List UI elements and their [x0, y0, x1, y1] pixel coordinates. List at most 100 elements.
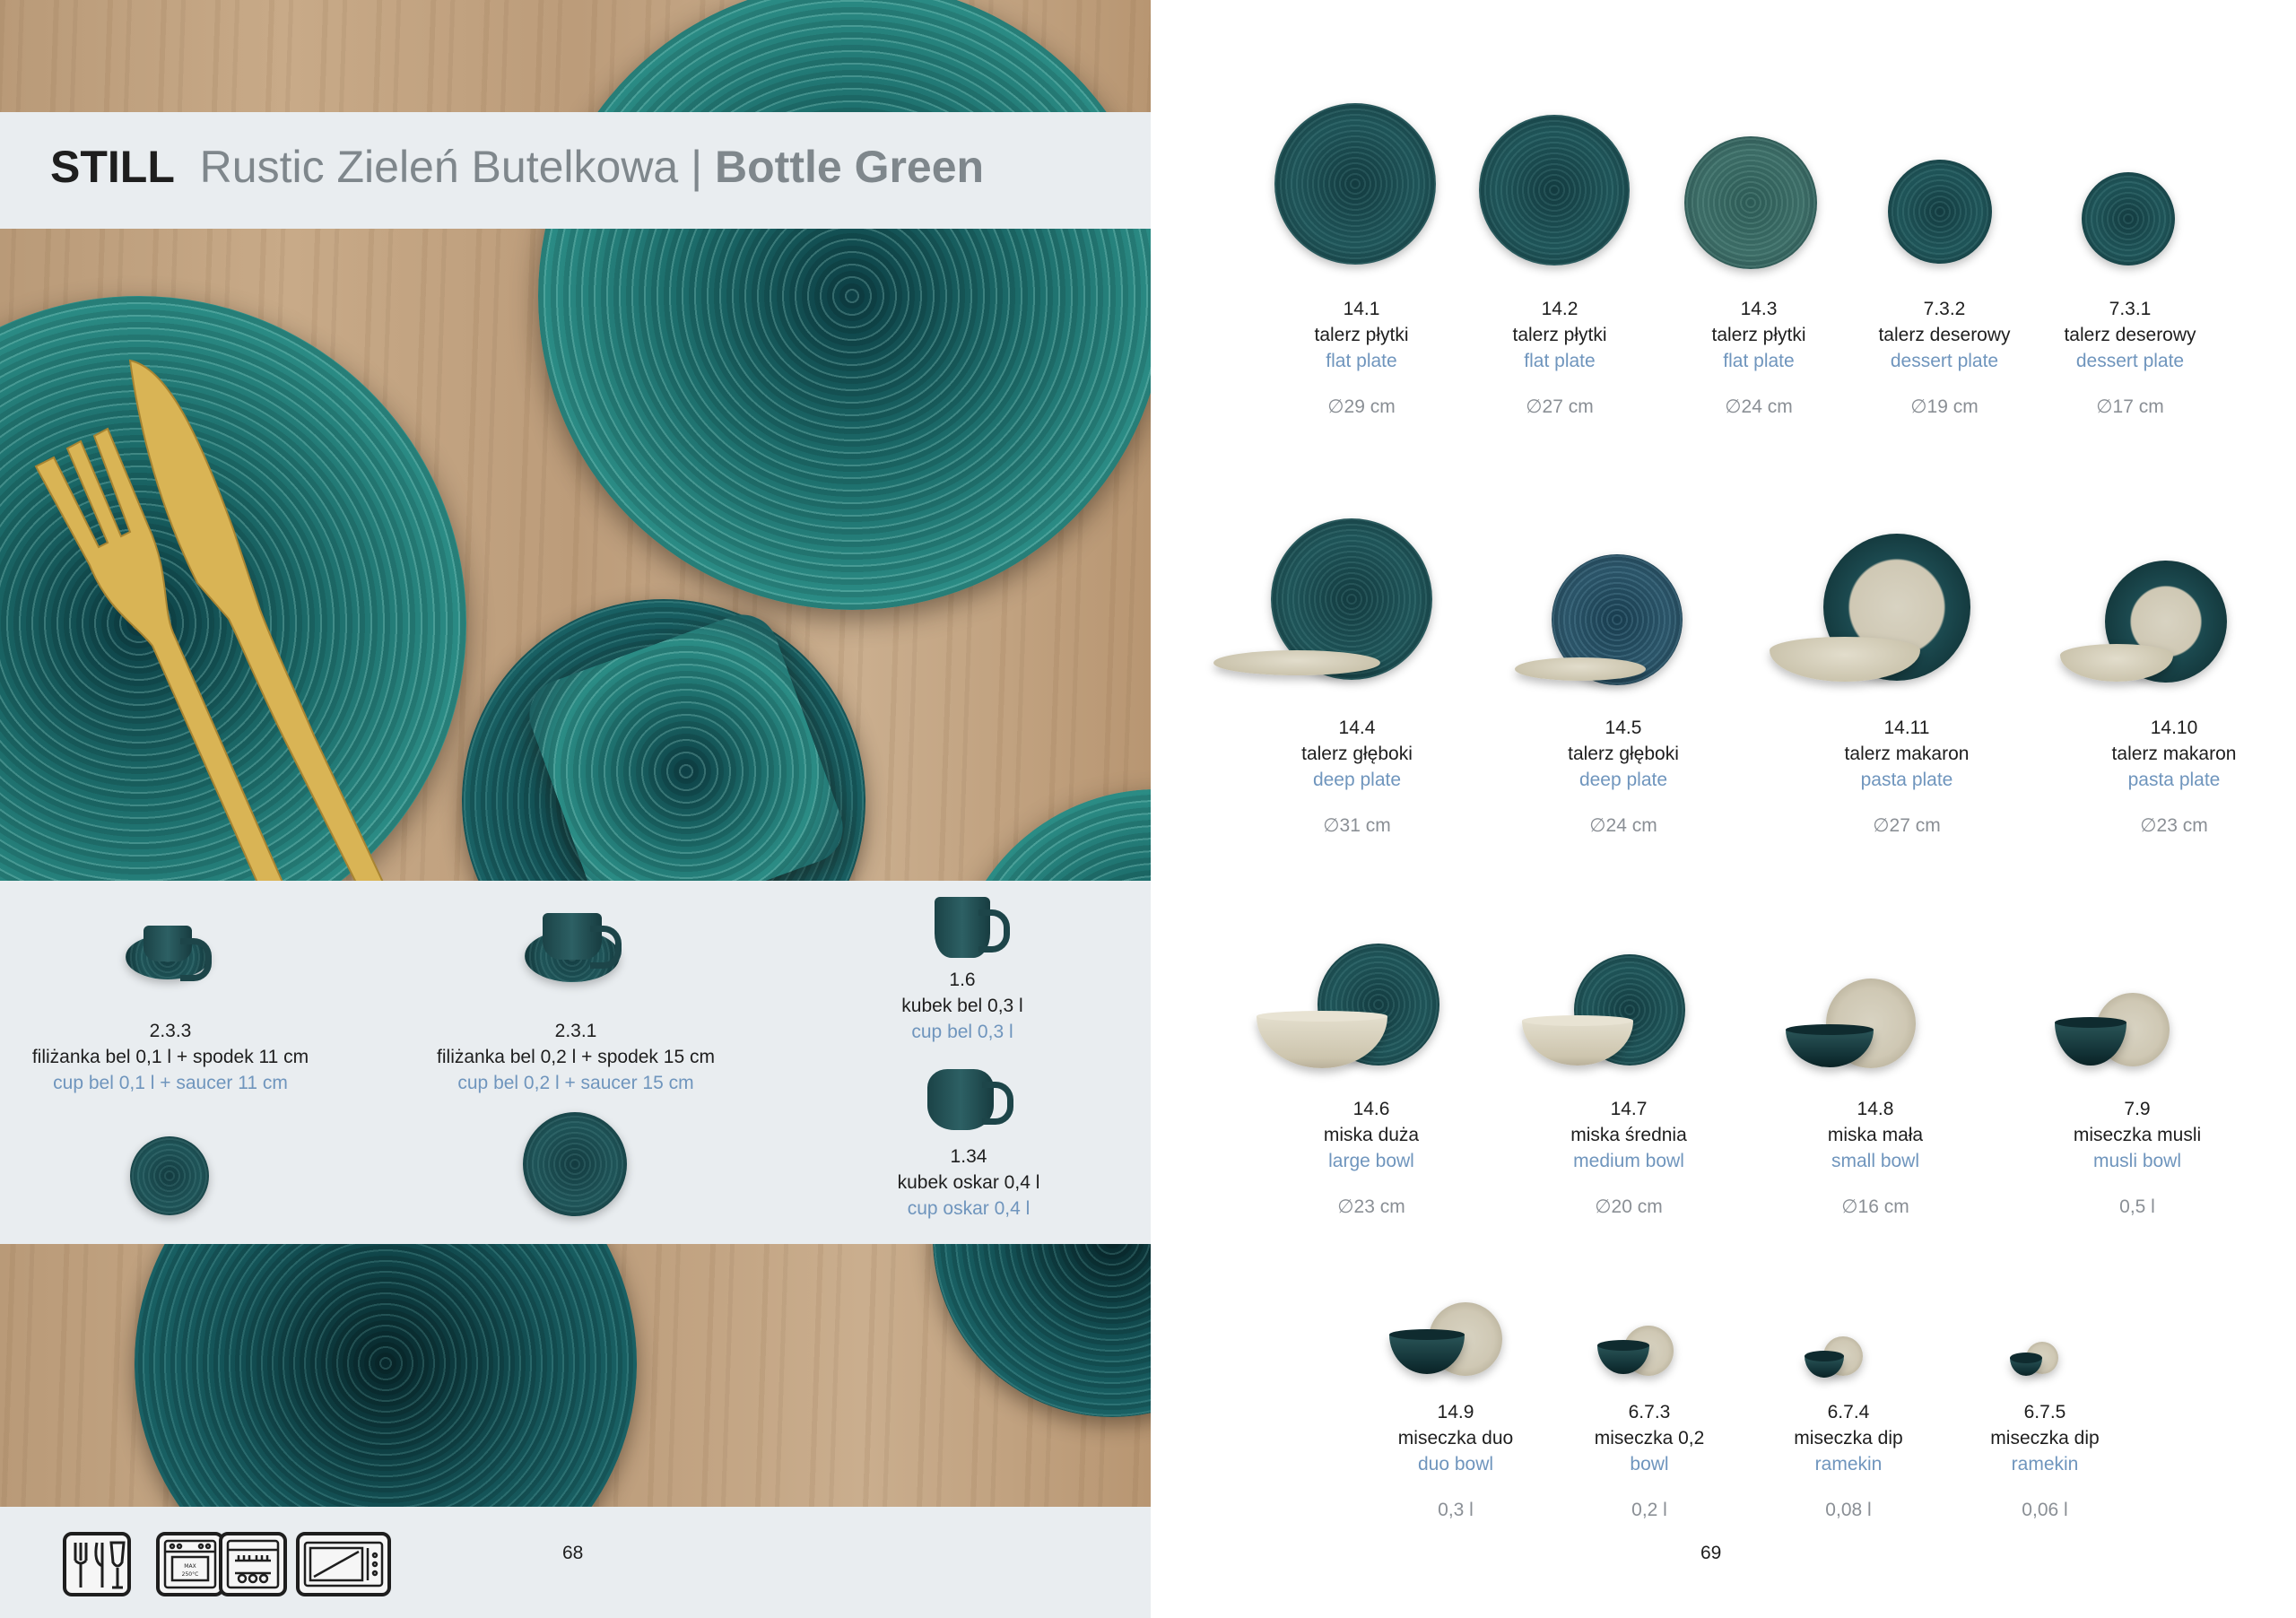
product-code: 14.10 — [2150, 718, 2198, 738]
product-label-1-6: 1.6 kubek bel 0,3 l cup bel 0,3 l — [901, 967, 1022, 1045]
product-name-pl: miseczka musli — [2073, 1125, 2202, 1145]
product-code: 2.3.3 — [149, 1021, 192, 1041]
product-name-en: cup oskar 0,4 l — [907, 1198, 1031, 1219]
product-name-pl: talerz deserowy — [2064, 325, 2196, 345]
product-size: ∅31 cm — [1323, 815, 1391, 836]
product-size: ∅24 cm — [1589, 815, 1657, 836]
svg-text:250°C: 250°C — [182, 1571, 199, 1578]
dishwasher-icon — [219, 1532, 287, 1596]
product-label-7-3-1: 7.3.1 talerz deserowy dessert plate ∅17 … — [2064, 296, 2196, 420]
product-code: 1.34 — [950, 1146, 987, 1167]
product-name-pl: talerz deserowy — [1878, 325, 2011, 345]
product-name-en: bowl — [1630, 1454, 1669, 1474]
product-name-en: dessert plate — [1890, 351, 1999, 371]
product-name-pl: filiżanka bel 0,2 l + spodek 15 cm — [437, 1047, 715, 1067]
product-size: ∅20 cm — [1595, 1196, 1663, 1217]
fork-knife-icon — [34, 359, 387, 897]
plate-7-3-2-image — [1888, 160, 1992, 264]
brand-name: STILL — [50, 142, 175, 192]
product-label-7-3-2: 7.3.2 talerz deserowy dessert plate ∅19 … — [1878, 296, 2010, 420]
product-label-2-3-1: 2.3.1 filiżanka bel 0,2 l + spodek 15 cm… — [437, 1018, 715, 1096]
right-page: 14.1 talerz płytki flat plate ∅29 cm 14.… — [1151, 0, 2296, 1618]
product-name-en: deep plate — [1312, 770, 1402, 790]
product-name-pl: talerz głęboki — [1301, 744, 1413, 764]
product-name-en: large bowl — [1328, 1151, 1414, 1171]
product-name-en: flat plate — [1524, 351, 1596, 371]
product-name-en: small bowl — [1831, 1151, 1920, 1171]
product-code: 14.1 — [1343, 299, 1380, 319]
product-code: 14.8 — [1857, 1099, 1894, 1119]
product-code: 14.5 — [1605, 718, 1642, 738]
product-code: 7.3.1 — [2109, 299, 2152, 319]
plate-14-3-image — [1684, 136, 1817, 269]
fork-knife-glass-icon — [63, 1532, 131, 1596]
product-code: 14.11 — [1883, 718, 1930, 738]
product-code: 14.4 — [1338, 718, 1376, 738]
product-size: 0,06 l — [2022, 1500, 2068, 1520]
product-name-pl: talerz makaron — [2111, 744, 2237, 764]
product-code: 14.7 — [1610, 1099, 1648, 1119]
plate-7-3-1-image — [2082, 172, 2175, 265]
saucer-top-2-3-1-image — [523, 1112, 627, 1216]
product-label-6-7-3: 6.7.3 miseczka 0,2 bowl 0,2 l — [1595, 1399, 1705, 1523]
plate-14-5-side-image — [1515, 657, 1646, 681]
product-label-14-8: 14.8 miska mała small bowl ∅16 cm — [1828, 1096, 1923, 1220]
product-name-en: musli bowl — [2092, 1151, 2182, 1171]
product-code: 6.7.4 — [1827, 1402, 1870, 1422]
product-size: ∅23 cm — [2140, 815, 2208, 836]
product-code: 14.2 — [1541, 299, 1578, 319]
product-code: 7.3.2 — [1923, 299, 1966, 319]
page-title: STILL Rustic Zieleń Butelkowa | Bottle G… — [50, 141, 984, 193]
product-code: 14.9 — [1437, 1402, 1474, 1422]
saucer-top-2-3-3-image — [130, 1136, 209, 1215]
product-name-en: dessert plate — [2075, 351, 2185, 371]
product-code: 6.7.3 — [1628, 1402, 1671, 1422]
plate-photo-top — [538, 0, 1151, 610]
product-code: 6.7.5 — [2023, 1402, 2066, 1422]
product-label-7-9: 7.9 miseczka musli musli bowl 0,5 l — [2074, 1096, 2201, 1220]
product-name-pl: talerz płytki — [1512, 325, 1607, 345]
product-name-pl: miseczka dip — [1794, 1428, 1903, 1448]
product-name-en: flat plate — [1326, 351, 1397, 371]
product-label-6-7-4: 6.7.4 miseczka dip ramekin 0,08 l — [1794, 1399, 1902, 1523]
product-size: ∅16 cm — [1841, 1196, 1909, 1217]
product-name-pl: miseczka dip — [1990, 1428, 2100, 1448]
product-name-pl: miseczka duo — [1397, 1428, 1514, 1448]
product-label-14-4: 14.4 talerz głęboki deep plate ∅31 cm — [1301, 715, 1413, 839]
product-size: ∅27 cm — [1873, 815, 1941, 836]
color-name-en: Bottle Green — [715, 142, 985, 192]
product-size: 0,5 l — [2119, 1196, 2155, 1217]
product-name-pl: miseczka 0,2 — [1594, 1428, 1705, 1448]
product-label-14-6: 14.6 miska duża large bowl ∅23 cm — [1324, 1096, 1419, 1220]
page-number-left: 68 — [562, 1543, 584, 1563]
product-name-en: flat plate — [1723, 351, 1795, 371]
product-name-en: ramekin — [1814, 1454, 1883, 1474]
microwave-icon — [296, 1532, 391, 1596]
product-label-14-1: 14.1 talerz płytki flat plate ∅29 cm — [1314, 296, 1408, 420]
oven-icon: MAX 250°C — [156, 1532, 224, 1596]
left-page: STILL Rustic Zieleń Butelkowa | Bottle G… — [0, 0, 1151, 1618]
product-name-pl: talerz płytki — [1711, 325, 1806, 345]
product-label-14-10: 14.10 talerz makaron pasta plate ∅23 cm — [2112, 715, 2237, 839]
product-name-en: cup bel 0,1 l + saucer 11 cm — [53, 1073, 288, 1093]
product-name-pl: kubek oskar 0,4 l — [897, 1172, 1040, 1193]
series-name: Rustic Zieleń Butelkowa | — [199, 142, 703, 192]
plate-14-2-image — [1479, 115, 1630, 265]
product-label-6-7-5: 6.7.5 miseczka dip ramekin 0,06 l — [1990, 1399, 2099, 1523]
mug-1-34-image — [927, 1069, 1013, 1130]
product-name-en: medium bowl — [1573, 1151, 1684, 1171]
plate-14-4-side-image — [1213, 650, 1380, 675]
product-name-pl: kubek bel 0,3 l — [901, 996, 1023, 1016]
product-name-en: duo bowl — [1417, 1454, 1494, 1474]
product-label-14-3: 14.3 talerz płytki flat plate ∅24 cm — [1711, 296, 1805, 420]
product-code: 14.3 — [1740, 299, 1778, 319]
product-label-14-5: 14.5 talerz głęboki deep plate ∅24 cm — [1568, 715, 1679, 839]
product-size: ∅17 cm — [2096, 396, 2164, 417]
product-name-pl: talerz głęboki — [1568, 744, 1679, 764]
cup-2-3-1-image — [543, 913, 622, 969]
product-label-14-9: 14.9 miseczka duo duo bowl 0,3 l — [1398, 1399, 1513, 1523]
product-name-en: pasta plate — [1860, 770, 1953, 790]
product-name-pl: miska duża — [1323, 1125, 1420, 1145]
page-number-right: 69 — [1700, 1543, 1722, 1563]
product-name-en: deep plate — [1578, 770, 1668, 790]
